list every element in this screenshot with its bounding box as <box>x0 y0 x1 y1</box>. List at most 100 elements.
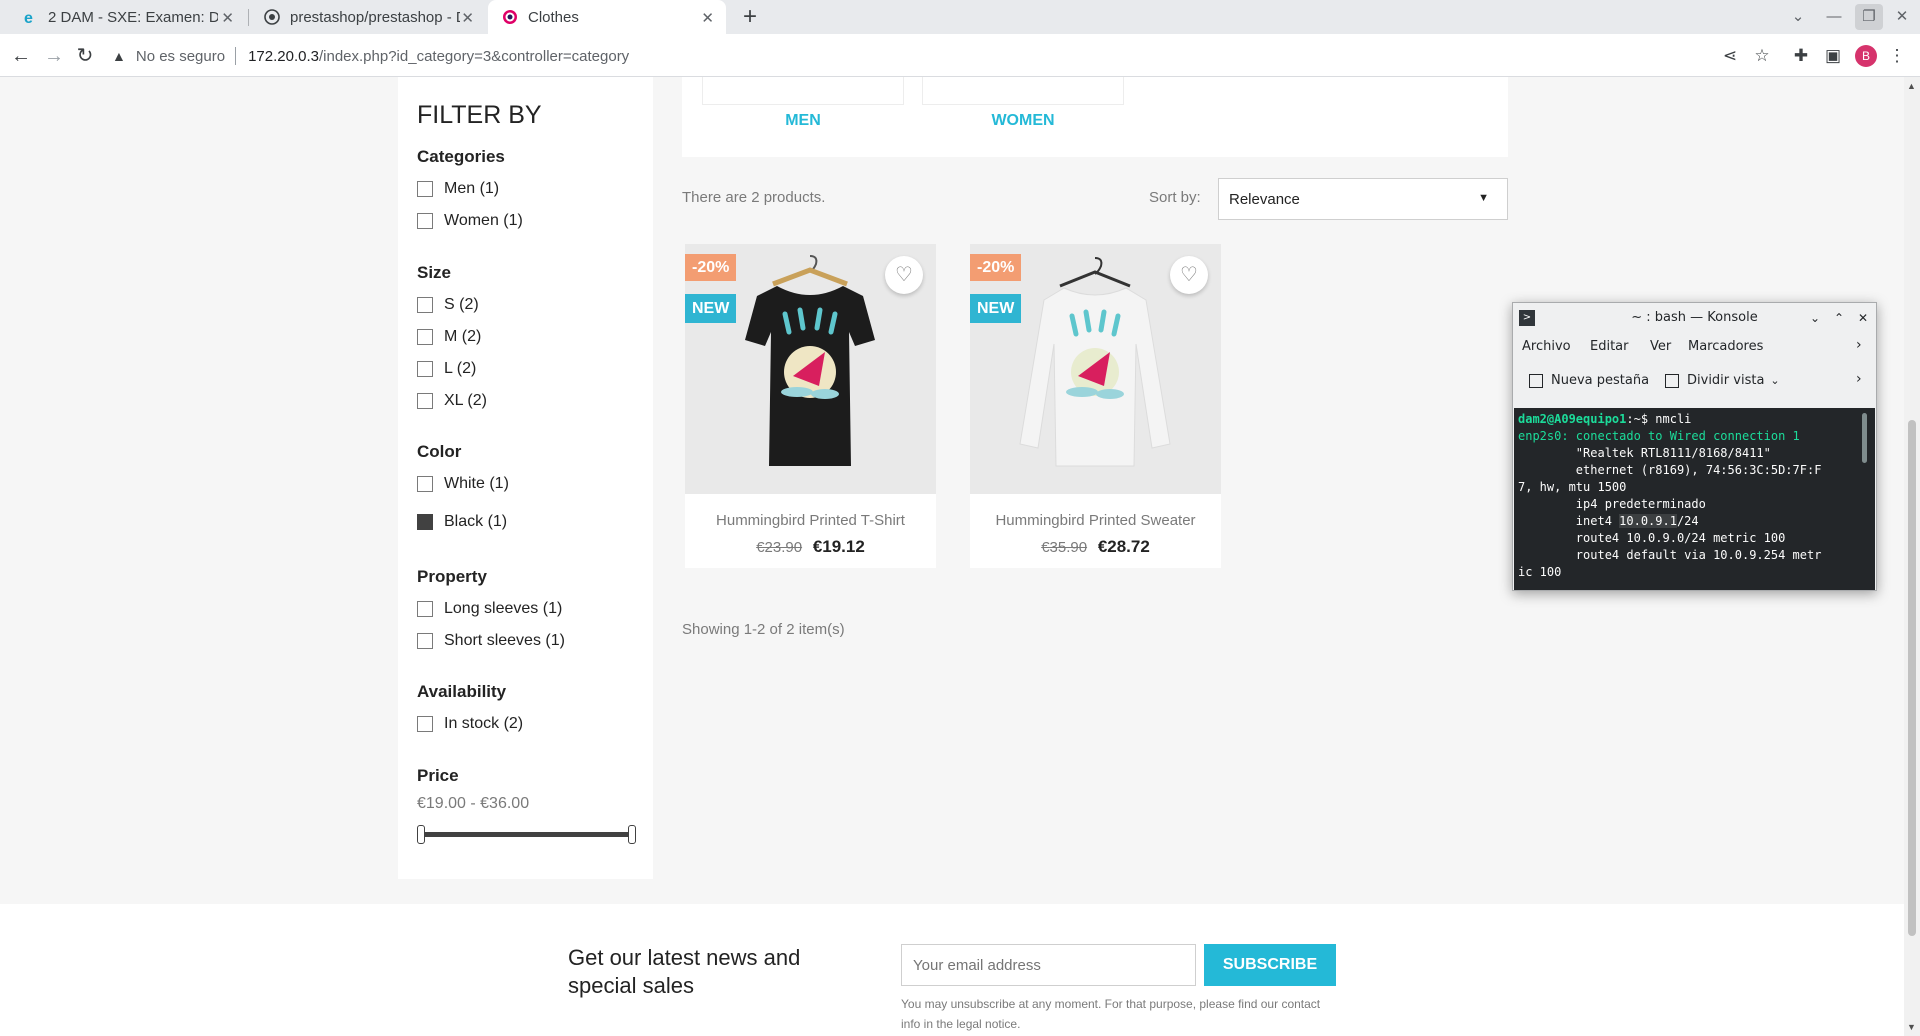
filter-option-size-s[interactable]: S (2) <box>417 296 479 314</box>
scroll-down-icon[interactable]: ▼ <box>1907 1022 1916 1032</box>
close-icon[interactable]: ✕ <box>461 9 474 27</box>
subcategory-link-men[interactable]: MEN <box>702 112 904 130</box>
checkbox[interactable] <box>417 476 433 492</box>
scroll-up-icon[interactable]: ▲ <box>1907 81 1916 91</box>
filter-option-label: White (1) <box>444 475 509 492</box>
restore-icon[interactable]: ❐ <box>1855 4 1883 30</box>
tab-title: prestashop/prestashop - Do <box>290 8 460 26</box>
tab-clothes[interactable]: Clothes ✕ <box>488 0 726 34</box>
filter-option-women[interactable]: Women (1) <box>417 212 523 230</box>
chevron-right-icon[interactable]: › <box>1856 337 1862 353</box>
menu-kebab-icon[interactable]: ⋮ <box>1886 45 1908 67</box>
filter-option-short-sleeves[interactable]: Short sleeves (1) <box>417 632 565 650</box>
subcategory-link-women[interactable]: WOMEN <box>922 112 1124 130</box>
email-field[interactable] <box>901 944 1196 986</box>
chevron-right-icon[interactable]: › <box>1856 371 1862 387</box>
wishlist-heart-icon[interactable]: ♡ <box>885 256 923 294</box>
konsole-minimize-icon[interactable]: ⌄ <box>1806 309 1824 327</box>
chevron-down-icon[interactable]: ⌄ <box>1770 374 1779 387</box>
subcategory-thumb-men[interactable] <box>702 77 904 105</box>
share-icon[interactable]: ⋖ <box>1719 45 1741 67</box>
selected-ip-address[interactable]: 10.0.9.1 <box>1619 514 1677 528</box>
forward-icon[interactable]: → <box>41 43 67 69</box>
checkbox[interactable] <box>417 329 433 345</box>
checkbox[interactable] <box>417 393 433 409</box>
filter-option-men[interactable]: Men (1) <box>417 180 499 198</box>
tab-exam[interactable]: e 2 DAM - SXE: Examen: Docke ✕ <box>8 0 246 34</box>
new-tab-button[interactable]: + <box>736 3 764 31</box>
konsole-split-view-button[interactable]: Dividir vista ⌄ <box>1665 373 1780 388</box>
product-card[interactable]: -20% NEW ♡ Hummingbird Printed Sweater €… <box>970 244 1221 568</box>
price-slider-track[interactable] <box>420 832 632 837</box>
svg-text:e: e <box>24 10 33 25</box>
filter-option-label: S (2) <box>444 296 479 313</box>
konsole-window[interactable]: ~ : bash — Konsole > ⌄ ⌃ ✕ Archivo Edita… <box>1512 302 1877 591</box>
konsole-maximize-icon[interactable]: ⌃ <box>1830 309 1848 327</box>
facet-title-categories: Categories <box>417 147 505 166</box>
konsole-new-tab-label: Nueva pestaña <box>1551 373 1650 388</box>
regular-price: €23.90 <box>756 539 803 556</box>
discounted-price: €28.72 <box>1097 537 1150 556</box>
back-icon[interactable]: ← <box>8 43 34 69</box>
close-icon[interactable]: ✕ <box>221 9 234 27</box>
terminal-output[interactable]: dam2@A09equipo1:~$ nmcli enp2s0: conecta… <box>1514 408 1875 590</box>
filter-option-in-stock[interactable]: In stock (2) <box>417 715 523 733</box>
side-panel-icon[interactable]: ▣ <box>1822 45 1844 67</box>
filter-option-size-l[interactable]: L (2) <box>417 360 476 378</box>
konsole-close-icon[interactable]: ✕ <box>1854 309 1872 327</box>
product-name[interactable]: Hummingbird Printed Sweater <box>970 512 1221 529</box>
extensions-icon[interactable]: ✚ <box>1790 45 1812 67</box>
tab-docker[interactable]: prestashop/prestashop - Do ✕ <box>250 0 486 34</box>
checkbox[interactable] <box>417 297 433 313</box>
checkbox[interactable] <box>417 633 433 649</box>
security-label[interactable]: No es seguro <box>136 48 225 65</box>
checkbox-checked[interactable] <box>417 514 433 530</box>
sort-dropdown[interactable]: Relevance ▼ <box>1218 178 1508 220</box>
window-close-icon[interactable]: ✕ <box>1888 4 1916 30</box>
page-scrollbar[interactable]: ▲ ▼ <box>1904 77 1920 1036</box>
close-icon[interactable]: ✕ <box>701 9 714 27</box>
konsole-new-tab-button[interactable]: Nueva pestaña <box>1529 373 1649 388</box>
bookmark-star-icon[interactable]: ☆ <box>1751 45 1773 67</box>
sort-label: Sort by: <box>1149 189 1201 206</box>
konsole-menu-ver[interactable]: Ver <box>1650 339 1671 354</box>
wishlist-heart-icon[interactable]: ♡ <box>1170 256 1208 294</box>
terminal-app-icon: > <box>1519 310 1535 326</box>
newsletter-disclaimer: You may unsubscribe at any moment. For t… <box>901 997 1321 1031</box>
profile-avatar[interactable]: B <box>1855 45 1877 67</box>
checkbox[interactable] <box>417 716 433 732</box>
checkbox[interactable] <box>417 213 433 229</box>
konsole-menu-marcadores[interactable]: Marcadores <box>1688 339 1763 354</box>
reload-icon[interactable]: ↻ <box>72 43 98 69</box>
subcategory-thumb-women[interactable] <box>922 77 1124 105</box>
filter-option-white[interactable]: White (1) <box>417 475 509 493</box>
konsole-menu-archivo[interactable]: Archivo <box>1522 339 1571 354</box>
tab-search-icon[interactable]: ⌄ <box>1784 4 1812 30</box>
address-divider <box>235 47 237 65</box>
filter-option-label: XL (2) <box>444 392 487 409</box>
konsole-menu-editar[interactable]: Editar <box>1590 339 1629 354</box>
filter-option-label: Short sleeves (1) <box>444 632 565 649</box>
price-slider-max-handle[interactable] <box>628 825 636 844</box>
terminal-scrollbar[interactable] <box>1862 413 1867 463</box>
address-bar[interactable]: ▲ No es seguro 172.20.0.3 /index.php?id_… <box>112 40 1712 72</box>
filter-option-size-m[interactable]: M (2) <box>417 328 481 346</box>
subscribe-button[interactable]: SUBSCRIBE <box>1204 944 1336 986</box>
minimize-icon[interactable]: — <box>1820 4 1848 30</box>
checkbox[interactable] <box>417 601 433 617</box>
checkbox[interactable] <box>417 361 433 377</box>
product-card[interactable]: -20% NEW ♡ Hummingbird Printed T-Shirt €… <box>685 244 936 568</box>
newsletter-title: Get our latest news and special sales <box>568 945 801 998</box>
split-view-icon <box>1665 373 1679 388</box>
konsole-title: ~ : bash — Konsole <box>1631 310 1758 325</box>
terminal-line: inet4 <box>1518 514 1620 528</box>
filter-option-size-xl[interactable]: XL (2) <box>417 392 487 410</box>
price-slider-min-handle[interactable] <box>417 825 425 844</box>
filter-option-black[interactable]: Black (1) <box>417 513 507 531</box>
filter-option-long-sleeves[interactable]: Long sleeves (1) <box>417 600 562 618</box>
pagination-summary: Showing 1-2 of 2 item(s) <box>682 621 845 638</box>
scrollbar-thumb[interactable] <box>1908 420 1916 936</box>
product-name[interactable]: Hummingbird Printed T-Shirt <box>685 512 936 529</box>
checkbox[interactable] <box>417 181 433 197</box>
warning-icon[interactable]: ▲ <box>112 48 126 64</box>
